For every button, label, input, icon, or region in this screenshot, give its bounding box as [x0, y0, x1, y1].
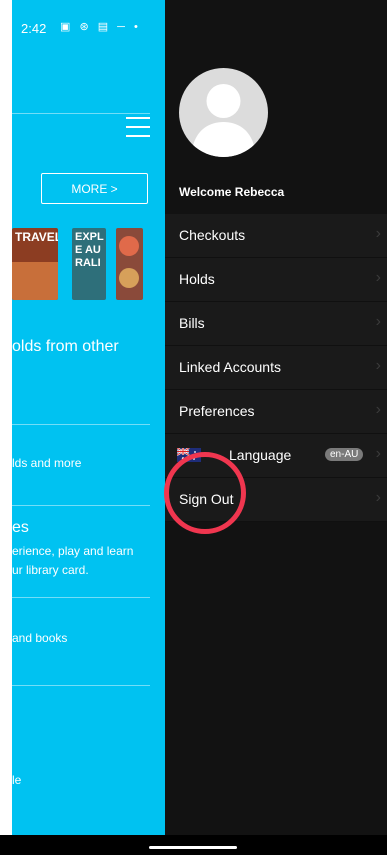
menu-item-label: Preferences [179, 403, 255, 419]
menu-item-label: Holds [179, 271, 215, 287]
left-margin [0, 0, 12, 855]
menu-item-label: Checkouts [179, 227, 246, 243]
menu-item-label: Language [229, 447, 292, 463]
divider [12, 424, 150, 425]
chevron-right-icon: › [375, 489, 381, 506]
holds-heading: olds from other [12, 338, 119, 355]
book-cover-art [12, 262, 58, 300]
book-cover-title: TRAVEL [15, 230, 58, 244]
highlight-circle-annotation [164, 452, 246, 534]
menu-item-preferences[interactable]: Preferences › [165, 390, 387, 434]
more-button[interactable]: MORE > [41, 173, 148, 204]
section-description: ur library card. [12, 563, 89, 577]
chevron-right-icon: › [375, 401, 381, 418]
chevron-right-icon: › [375, 313, 381, 330]
notification-icons: ▣ ⊛ ▤ ─ • [60, 21, 141, 33]
menu-item-label: Linked Accounts [179, 359, 281, 375]
person-icon [191, 84, 256, 157]
bottom-label: le [12, 773, 22, 787]
chevron-right-icon: › [375, 357, 381, 374]
welcome-text: Welcome Rebecca [179, 185, 285, 199]
book-cover[interactable] [116, 228, 143, 300]
status-time: 2:42 [21, 21, 47, 36]
menu-item-linked-accounts[interactable]: Linked Accounts › [165, 346, 387, 390]
divider [12, 505, 150, 506]
book-cover-title: EXPL E AU RALI [75, 231, 104, 269]
chevron-right-icon: › [375, 445, 381, 462]
holds-description: lds and more [12, 456, 82, 470]
book-cover-art [119, 236, 139, 256]
divider [12, 113, 150, 114]
menu-item-label: Bills [179, 315, 205, 331]
divider [12, 685, 150, 686]
book-cover[interactable]: TRAVEL [12, 228, 58, 300]
book-cover-art [119, 268, 139, 288]
menu-item-bills[interactable]: Bills › [165, 302, 387, 346]
language-badge: en-AU [325, 448, 364, 461]
avatar[interactable] [179, 68, 268, 157]
section-title: es [12, 519, 29, 536]
screen: MORE > TRAVEL EXPL E AU RALI olds from o… [0, 0, 387, 855]
section-description: erience, play and learn [12, 544, 134, 558]
chevron-right-icon: › [375, 225, 381, 242]
system-navigation-bar [0, 835, 387, 855]
home-gesture-handle[interactable] [149, 846, 237, 849]
menu-item-holds[interactable]: Holds › [165, 258, 387, 302]
hamburger-icon[interactable] [126, 117, 150, 137]
menu-item-checkouts[interactable]: Checkouts › [165, 214, 387, 258]
divider [12, 597, 150, 598]
books-description: and books [12, 631, 68, 645]
chevron-right-icon: › [375, 269, 381, 286]
book-cover[interactable]: EXPL E AU RALI [72, 228, 106, 300]
